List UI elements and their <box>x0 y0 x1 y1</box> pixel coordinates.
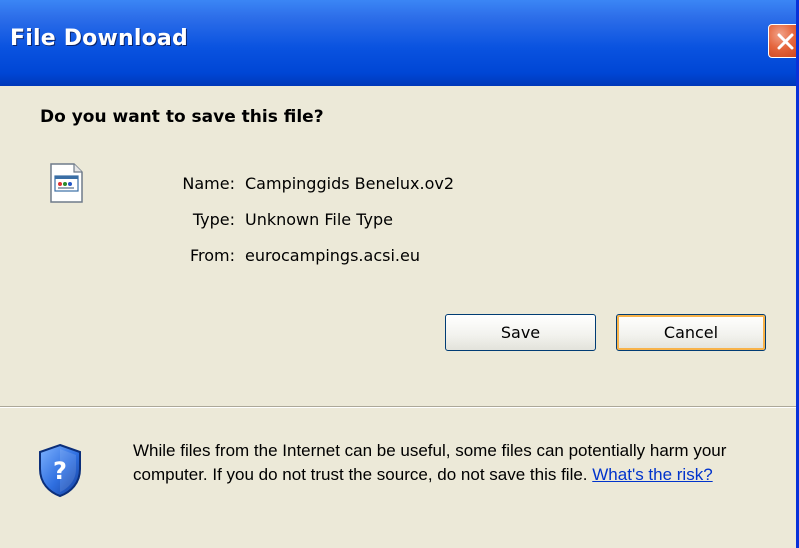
name-value: Campinggids Benelux.ov2 <box>245 174 455 193</box>
from-label: From: <box>189 246 235 265</box>
type-label: Type: <box>192 210 235 229</box>
prompt-question: Do you want to save this file? <box>40 107 324 127</box>
file-icon <box>50 163 83 203</box>
shield-question-icon: ? <box>39 443 81 498</box>
title-bar[interactable]: File Download <box>0 0 796 86</box>
section-divider-highlight <box>0 407 796 408</box>
close-button[interactable] <box>768 24 796 58</box>
window-title: File Download <box>10 26 188 51</box>
whats-the-risk-link[interactable]: What's the risk? <box>592 465 712 484</box>
type-value: Unknown File Type <box>245 210 393 229</box>
file-download-dialog: File Download Do you want to save this f… <box>0 0 799 548</box>
save-button[interactable]: Save <box>445 314 596 351</box>
close-icon <box>777 33 794 50</box>
name-label: Name: <box>182 174 235 193</box>
security-warning: While files from the Internet can be use… <box>133 439 793 487</box>
svg-text:?: ? <box>53 457 67 485</box>
cancel-button[interactable]: Cancel <box>616 314 766 351</box>
from-value: eurocampings.acsi.eu <box>245 246 420 265</box>
